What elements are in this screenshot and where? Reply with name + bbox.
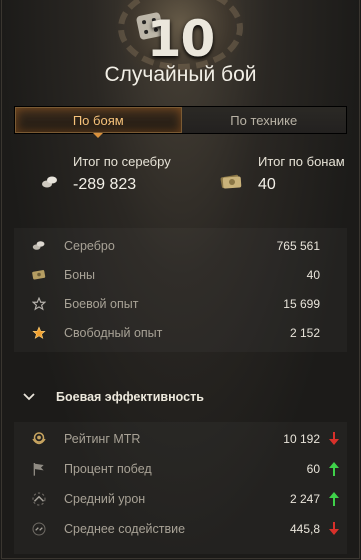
efficiency-section-header[interactable]: Боевая эффективность xyxy=(14,386,347,408)
active-tab-indicator-icon xyxy=(93,133,104,138)
silver-total: Итог по серебру -289 823 xyxy=(73,154,171,194)
star-outline-icon xyxy=(14,296,64,311)
silver-total-value: -289 823 xyxy=(73,176,137,193)
earnings-panel: Серебро 765 561 Боны 40 Боевой опыт 15 6… xyxy=(14,228,347,352)
bonds-total-value: 40 xyxy=(258,176,276,193)
efficiency-panel: Рейтинг MTR 10 192 Процент побед 60 Сред… xyxy=(14,422,347,554)
efficiency-title: Боевая эффективность xyxy=(56,390,204,404)
tab-by-vehicles[interactable]: По технике xyxy=(181,107,346,133)
chevron-down-icon xyxy=(14,393,44,401)
item-value: 60 xyxy=(306,461,320,476)
flag-icon xyxy=(14,461,64,477)
item-label: Средний урон xyxy=(64,491,146,506)
tier-number: 10 xyxy=(146,10,216,68)
trend-up-icon xyxy=(320,491,347,506)
tab-label: По боям xyxy=(72,112,124,128)
item-label: Рейтинг MTR xyxy=(64,431,141,446)
bonds-total-label: Итог по бонам xyxy=(258,154,345,169)
trend-up-icon xyxy=(320,461,347,476)
assist-icon xyxy=(14,521,64,537)
silver-total-label: Итог по серебру xyxy=(73,154,171,169)
table-row: Средний урон 2 247 xyxy=(14,484,347,513)
item-value: 765 561 xyxy=(276,238,320,253)
bonds-icon xyxy=(14,268,64,281)
item-label: Боевой опыт xyxy=(64,296,139,311)
list-item: Боевой опыт 15 699 xyxy=(14,289,347,318)
table-row: Процент побед 60 xyxy=(14,454,347,483)
list-item: Свободный опыт 2 152 xyxy=(14,318,347,347)
item-value: 445,8 xyxy=(289,521,320,536)
table-row: Рейтинг MTR 10 192 xyxy=(14,424,347,453)
item-label: Среднее содействие xyxy=(64,521,186,536)
view-tabs: По боям По технике xyxy=(14,106,347,138)
table-row: Среднее содействие 445,8 xyxy=(14,514,347,543)
list-item: Боны 40 xyxy=(14,260,347,289)
item-label: Серебро xyxy=(64,238,115,253)
list-item: Серебро 765 561 xyxy=(14,231,347,260)
damage-icon xyxy=(14,491,64,507)
item-value: 2 152 xyxy=(289,325,320,340)
bonds-total: Итог по бонам 40 xyxy=(258,154,345,194)
item-value: 15 699 xyxy=(283,296,320,311)
item-value: 40 xyxy=(306,267,320,282)
item-label: Процент побед xyxy=(64,461,152,476)
item-value: 10 192 xyxy=(283,431,320,446)
silver-icon xyxy=(14,240,64,251)
silver-icon xyxy=(38,172,62,192)
item-label: Боны xyxy=(64,267,96,282)
bonds-icon xyxy=(218,170,244,192)
tab-label: По технике xyxy=(230,112,298,128)
mtr-rating-icon xyxy=(14,430,64,448)
tab-by-battles[interactable]: По боям xyxy=(15,107,182,138)
item-value: 2 247 xyxy=(289,491,320,506)
trend-down-icon xyxy=(320,431,347,446)
star-gold-icon xyxy=(14,325,64,340)
trend-down-icon xyxy=(320,521,347,536)
item-label: Свободный опыт xyxy=(64,325,163,340)
page-title: Случайный бой xyxy=(104,63,257,86)
